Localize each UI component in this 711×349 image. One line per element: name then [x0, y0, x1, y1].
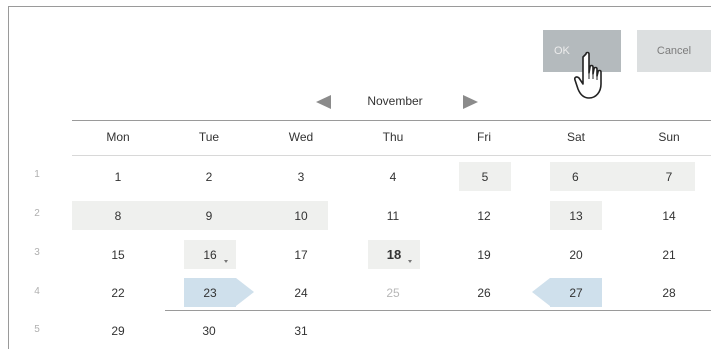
range-start-arrow [236, 278, 254, 306]
weekday-header-tue: Tue [198, 130, 220, 144]
week-number: 1 [34, 169, 40, 180]
day-cell[interactable]: 9 [179, 201, 239, 230]
calendar-top-divider [72, 120, 711, 121]
range-divider [165, 310, 711, 311]
day-cell[interactable]: 1 [88, 162, 148, 191]
day-cell[interactable]: 30 [179, 316, 239, 345]
day-cell[interactable]: 20 [546, 240, 606, 269]
day-cell[interactable]: 17 [271, 240, 331, 269]
current-day-cell[interactable]: 18 [368, 240, 420, 269]
week-number: 3 [34, 247, 40, 258]
cancel-button[interactable]: Cancel [637, 30, 711, 72]
day-cell[interactable]: 15 [88, 240, 148, 269]
month-label: November [367, 94, 423, 108]
day-cell[interactable]: 22 [88, 278, 148, 307]
weekday-header-divider [72, 155, 711, 156]
range-start-day-cell[interactable]: 23 [184, 278, 236, 307]
week-number: 2 [34, 208, 40, 219]
range-end-day-cell[interactable]: 27 [550, 278, 602, 307]
day-cell[interactable]: 3 [271, 162, 331, 191]
day-cell[interactable]: 11 [363, 201, 423, 230]
day-cell[interactable]: 16 [184, 240, 236, 269]
weekday-header-sun: Sun [658, 130, 680, 144]
day-cell[interactable]: 2 [179, 162, 239, 191]
day-cell[interactable]: 7 [639, 162, 699, 191]
day-cell[interactable]: 29 [88, 316, 148, 345]
weekday-header-thu: Thu [382, 130, 404, 144]
day-cell[interactable]: 4 [363, 162, 423, 191]
weekday-header-sat: Sat [566, 130, 585, 144]
next-month-arrow[interactable] [462, 95, 478, 109]
day-cell[interactable]: 5 [459, 162, 511, 191]
range-end-arrow [532, 278, 550, 306]
day-cell[interactable]: 19 [454, 240, 514, 269]
day-cell[interactable]: 31 [271, 316, 331, 345]
day-cell[interactable]: 25 [363, 278, 423, 307]
week-number: 5 [34, 324, 40, 335]
weekday-header-wed: Wed [288, 130, 314, 144]
day-cell[interactable]: 13 [550, 201, 602, 230]
weekday-header-fri: Fri [477, 130, 491, 144]
weekday-header-mon: Mon [106, 130, 130, 144]
day-cell[interactable]: 28 [639, 278, 699, 307]
week-number: 4 [34, 286, 40, 297]
hand-pointer-icon [574, 51, 602, 99]
day-cell[interactable]: 10 [271, 201, 331, 230]
day-cell[interactable]: 26 [454, 278, 514, 307]
day-cell[interactable]: 8 [88, 201, 148, 230]
day-cell[interactable]: 12 [454, 201, 514, 230]
day-cell[interactable]: 24 [271, 278, 331, 307]
day-cell[interactable]: 14 [639, 201, 699, 230]
previous-month-arrow[interactable] [316, 95, 332, 109]
day-cell[interactable]: 21 [639, 240, 699, 269]
